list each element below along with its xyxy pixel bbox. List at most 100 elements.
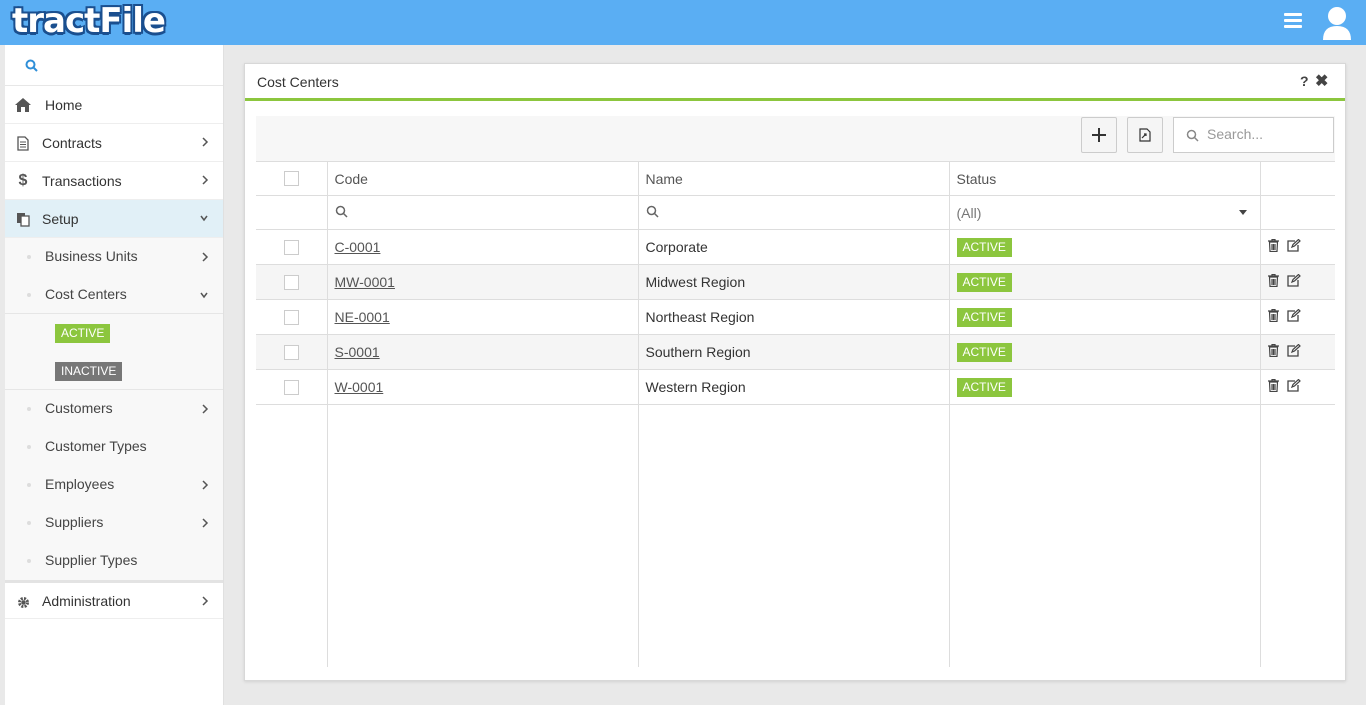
sidebar-item-label: Customers [45, 400, 113, 416]
name-cell: Midwest Region [638, 264, 950, 300]
select-all-cell [256, 161, 328, 196]
sidebar-item-label: Transactions [42, 172, 122, 189]
sidebar-item-employees[interactable]: Employees [5, 466, 223, 504]
sidebar-item-administration[interactable]: Administration [5, 581, 223, 619]
sidebar-item-home[interactable]: Home [5, 86, 223, 124]
row-checkbox[interactable] [283, 379, 299, 395]
table-row: W-0001 Western Region ACTIVE [256, 369, 1335, 405]
panel-body: Code Name Status (All) C-0001 Corp [256, 116, 1335, 672]
search-input[interactable] [1207, 126, 1327, 142]
hamburger-menu-icon[interactable] [1284, 13, 1302, 29]
code-link[interactable]: MW-0001 [335, 274, 395, 290]
filter-inactive[interactable]: INACTIVE [5, 352, 223, 390]
chevron-down-icon [200, 215, 208, 222]
cost-centers-panel: Cost Centers ? ✖ Code Name [244, 63, 1346, 681]
inactive-badge: INACTIVE [55, 362, 123, 381]
sidebar: Home Contracts $ Transactions Setup Busi… [5, 45, 224, 705]
code-link[interactable]: S-0001 [335, 344, 380, 360]
search-icon [25, 59, 38, 72]
sidebar-item-supplier-types[interactable]: Supplier Types [5, 542, 223, 580]
filter-cell-empty [256, 195, 328, 230]
edit-icon[interactable] [1286, 239, 1301, 252]
grid-toolbar [256, 116, 1335, 161]
table-filter-row: (All) [256, 195, 1335, 230]
trash-icon[interactable] [1267, 344, 1279, 357]
trash-icon[interactable] [1267, 309, 1279, 322]
user-avatar-icon[interactable] [1321, 6, 1353, 40]
edit-icon[interactable] [1286, 274, 1301, 287]
sidebar-item-label: Administration [42, 592, 131, 609]
edit-icon[interactable] [1286, 344, 1301, 357]
trash-icon[interactable] [1267, 274, 1279, 287]
tree-dot [27, 559, 31, 563]
sidebar-item-label: Supplier Types [45, 552, 138, 568]
sidebar-item-setup[interactable]: Setup [5, 200, 223, 238]
row-checkbox[interactable] [283, 344, 299, 360]
grid-search[interactable] [1173, 117, 1334, 153]
sidebar-item-label: Business Units [45, 248, 138, 264]
panel-title: Cost Centers [257, 74, 339, 90]
column-header-actions [1260, 161, 1335, 196]
row-checkbox[interactable] [283, 239, 299, 255]
table-empty-space [256, 404, 1335, 667]
sidebar-item-label: Contracts [42, 134, 102, 151]
table-row: MW-0001 Midwest Region ACTIVE [256, 264, 1335, 300]
edit-icon[interactable] [1286, 379, 1301, 392]
sidebar-item-customer-types[interactable]: Customer Types [5, 428, 223, 466]
sidebar-item-suppliers[interactable]: Suppliers [5, 504, 223, 542]
status-badge: ACTIVE [956, 307, 1012, 327]
home-icon [15, 97, 31, 113]
code-link[interactable]: W-0001 [335, 379, 384, 395]
filter-cell-empty [1260, 195, 1335, 230]
column-header-name[interactable]: Name [638, 161, 950, 196]
active-badge: ACTIVE [55, 324, 111, 343]
sidebar-item-customers[interactable]: Customers [5, 390, 223, 428]
name-cell: Western Region [638, 369, 950, 405]
close-button[interactable]: ✖ [1315, 71, 1328, 91]
chevron-right-icon [202, 480, 209, 490]
name-filter[interactable] [638, 195, 950, 230]
help-button[interactable]: ? [1300, 73, 1309, 89]
tree-dot [27, 521, 31, 525]
trash-icon[interactable] [1267, 379, 1279, 392]
sidebar-item-label: Home [45, 96, 83, 113]
status-filter[interactable]: (All) [949, 195, 1261, 230]
app-logo[interactable]: tractFile [12, 2, 166, 40]
edit-icon[interactable] [1286, 309, 1301, 322]
export-button[interactable] [1127, 117, 1163, 153]
code-filter[interactable] [327, 195, 639, 230]
name-cell: Corporate [638, 229, 950, 265]
chevron-right-icon [202, 175, 209, 185]
export-file-icon [1139, 128, 1151, 142]
sidebar-item-label: Setup [42, 210, 79, 227]
chevron-right-icon [202, 252, 209, 262]
sidebar-search[interactable] [5, 45, 223, 86]
tree-dot [27, 255, 31, 259]
row-checkbox[interactable] [283, 309, 299, 325]
sidebar-item-cost-centers[interactable]: Cost Centers [5, 276, 223, 314]
code-link[interactable]: NE-0001 [335, 309, 390, 325]
status-badge: ACTIVE [956, 237, 1012, 257]
search-icon [646, 205, 659, 218]
sidebar-item-label: Suppliers [45, 514, 104, 530]
code-link[interactable]: C-0001 [335, 239, 381, 255]
add-button[interactable] [1081, 117, 1117, 153]
row-checkbox[interactable] [283, 274, 299, 290]
plus-icon [1092, 128, 1106, 142]
caret-down-icon [1238, 209, 1247, 215]
select-all-checkbox[interactable] [283, 171, 299, 186]
filter-active[interactable]: ACTIVE [5, 314, 223, 352]
name-cell: Southern Region [638, 334, 950, 370]
sidebar-item-contracts[interactable]: Contracts [5, 124, 223, 162]
column-header-code[interactable]: Code [327, 161, 639, 196]
status-filter-value: (All) [956, 204, 982, 221]
sidebar-item-transactions[interactable]: $ Transactions [5, 162, 223, 200]
sidebar-item-business-units[interactable]: Business Units [5, 238, 223, 276]
trash-icon[interactable] [1267, 239, 1279, 252]
column-header-status[interactable]: Status [949, 161, 1261, 196]
tree-dot [27, 483, 31, 487]
tree-dot [27, 445, 31, 449]
table-header-row: Code Name Status [256, 161, 1335, 196]
dollar-icon: $ [18, 172, 28, 189]
cost-centers-table: Code Name Status (All) C-0001 Corporate … [256, 161, 1335, 667]
